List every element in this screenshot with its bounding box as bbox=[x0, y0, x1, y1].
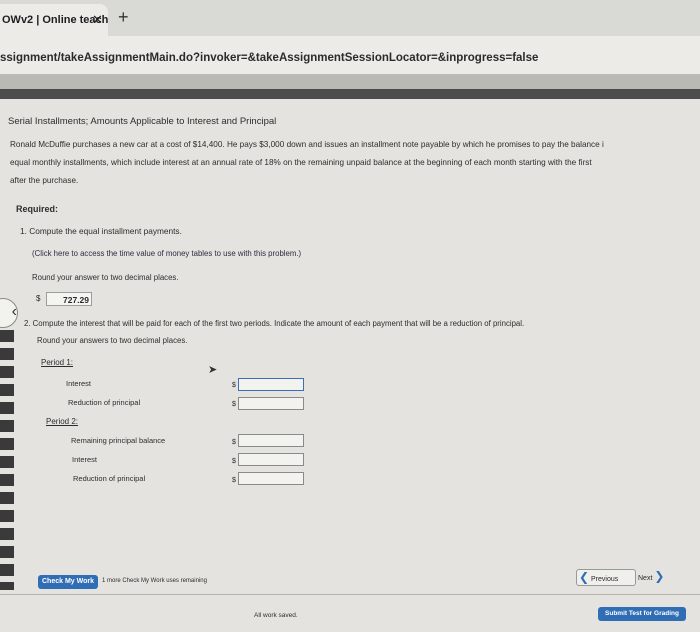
question-2-text: 2. Compute the interest that will be pai… bbox=[24, 319, 525, 328]
question-1-text: 1. Compute the equal installment payment… bbox=[20, 226, 182, 236]
currency-symbol: $ bbox=[36, 294, 41, 303]
footer-divider bbox=[0, 594, 700, 595]
period-2-interest-input[interactable] bbox=[238, 453, 304, 466]
currency-symbol: $ bbox=[232, 458, 236, 465]
chevron-right-icon: ❯ bbox=[654, 569, 665, 583]
currency-symbol: $ bbox=[232, 382, 236, 389]
period-1-label: Period 1: bbox=[41, 358, 74, 367]
required-label: Required: bbox=[16, 204, 59, 214]
check-remaining-text: 1 more Check My Work uses remaining bbox=[102, 578, 207, 584]
period-2-principal-input[interactable] bbox=[238, 472, 304, 485]
problem-intro-line: equal monthly installments, which includ… bbox=[10, 158, 592, 167]
question-1-answer: $ 727.29 bbox=[36, 292, 94, 308]
url-text[interactable]: ssignment/takeAssignmentMain.do?invoker=… bbox=[0, 52, 538, 64]
previous-label: Previous bbox=[591, 576, 619, 583]
problem-intro-line: Ronald McDuffie purchases a new car at a… bbox=[10, 140, 604, 149]
period-2-interest-label: Interest bbox=[72, 455, 98, 464]
save-status: All work saved. bbox=[254, 612, 298, 619]
period-1-interest-input[interactable] bbox=[238, 378, 304, 391]
tvm-tables-link[interactable]: (Click here to access the time value of … bbox=[32, 249, 301, 258]
next-button[interactable]: Next ❯ bbox=[638, 569, 678, 584]
period-2-label: Period 2: bbox=[46, 417, 79, 426]
page-toolbar-band bbox=[0, 89, 700, 99]
chevron-left-icon: ❮ bbox=[579, 570, 590, 584]
period-2-balance-label: Remaining principal balance bbox=[71, 436, 166, 445]
previous-button[interactable]: ❮ Previous bbox=[576, 569, 636, 586]
browser-tab[interactable]: OWv2 | Online teach ✕ bbox=[0, 4, 108, 36]
check-my-work-button[interactable]: Check My Work bbox=[38, 575, 98, 589]
chevron-left-icon[interactable]: ‹ bbox=[0, 298, 18, 328]
period-1-interest-label: Interest bbox=[66, 379, 92, 388]
close-icon[interactable]: ✕ bbox=[92, 12, 103, 28]
currency-symbol: $ bbox=[232, 477, 236, 484]
assignment-content bbox=[0, 99, 700, 632]
mouse-cursor-icon: ➤ bbox=[208, 364, 218, 376]
period-1-principal-label: Reduction of principal bbox=[68, 398, 141, 407]
page-header-band bbox=[0, 75, 700, 89]
question-2-rounding-note: Round your answers to two decimal places… bbox=[37, 336, 188, 345]
submit-for-grading-button[interactable]: Submit Test for Grading bbox=[598, 607, 686, 621]
installment-payment-input[interactable]: 727.29 bbox=[46, 292, 92, 306]
browser-tab-strip: OWv2 | Online teach ✕ + bbox=[0, 0, 700, 36]
currency-symbol: $ bbox=[232, 401, 236, 408]
question-1-rounding-note: Round your answer to two decimal places. bbox=[32, 273, 179, 282]
period-1-principal-input[interactable] bbox=[238, 397, 304, 410]
currency-symbol: $ bbox=[232, 439, 236, 446]
new-tab-icon[interactable]: + bbox=[118, 7, 129, 28]
period-2-balance-input[interactable] bbox=[238, 434, 304, 447]
problem-heading: Serial Installments; Amounts Applicable … bbox=[8, 116, 277, 127]
left-navigation-markers bbox=[0, 330, 14, 590]
period-2-principal-label: Reduction of principal bbox=[73, 474, 146, 483]
problem-intro-line: after the purchase. bbox=[10, 176, 79, 185]
address-bar[interactable]: ssignment/takeAssignmentMain.do?invoker=… bbox=[0, 36, 700, 75]
next-label: Next bbox=[638, 575, 653, 582]
